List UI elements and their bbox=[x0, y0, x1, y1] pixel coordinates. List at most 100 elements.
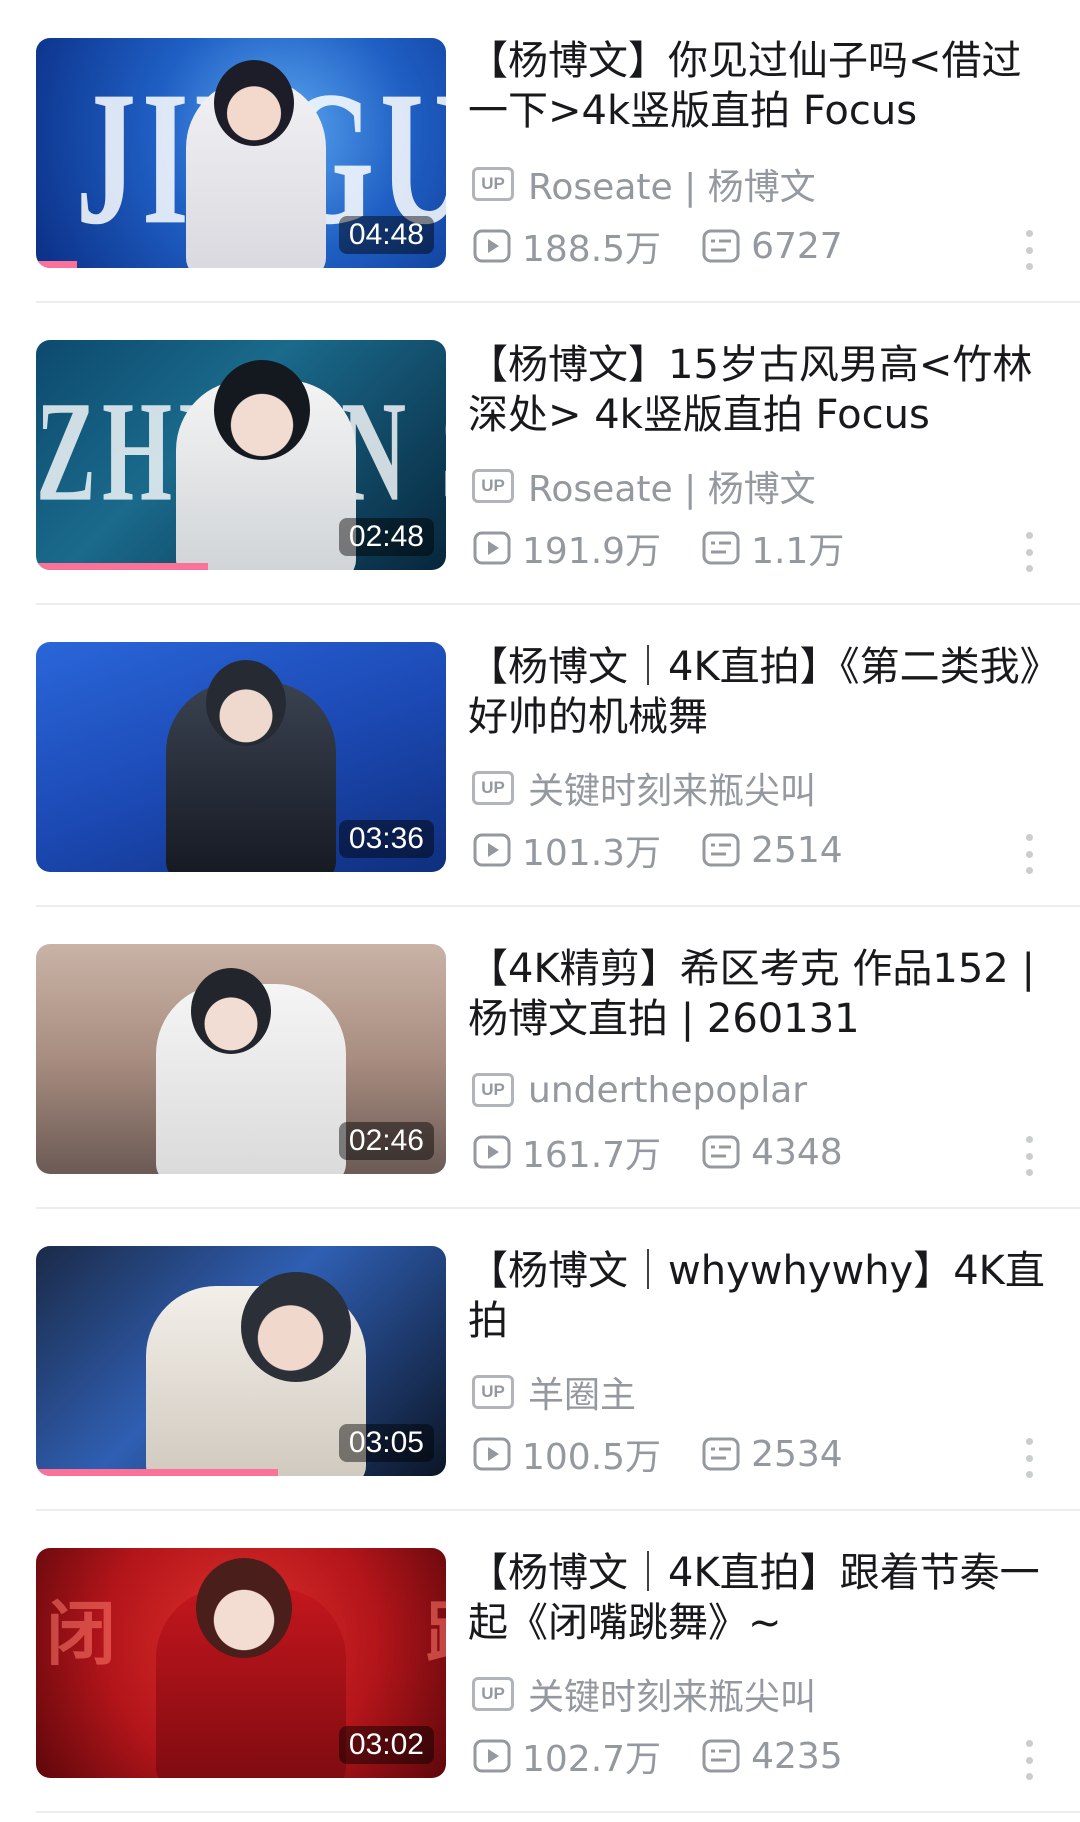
thumbnail-figure-head bbox=[196, 1558, 292, 1658]
watch-progress bbox=[36, 261, 446, 268]
video-duration: 02:46 bbox=[338, 1122, 434, 1160]
danmaku-icon bbox=[702, 531, 740, 565]
view-count-text: 101.3万 bbox=[522, 833, 662, 874]
view-count-text: 100.5万 bbox=[522, 1437, 662, 1478]
video-title[interactable]: 【杨博文】15岁古风男高<竹林深处> 4k竖版直拍 Focus bbox=[468, 340, 1058, 440]
danmaku-icon bbox=[702, 1135, 740, 1169]
view-count: 161.7万 bbox=[472, 1126, 661, 1178]
watch-progress-fill bbox=[36, 261, 77, 268]
watch-progress-fill bbox=[36, 563, 209, 570]
video-stats-row: 100.5万 2534 bbox=[472, 1432, 883, 1478]
view-count: 102.7万 bbox=[472, 1730, 661, 1782]
video-thumbnail[interactable]: 闭嘴跳舞 03:02 bbox=[36, 1548, 446, 1778]
view-count-text: 191.9万 bbox=[522, 531, 662, 572]
danmaku-count: 4235 bbox=[701, 1736, 843, 1777]
danmaku-count-text: 6727 bbox=[751, 225, 843, 267]
view-count: 100.5万 bbox=[472, 1428, 661, 1480]
up-badge-icon: UP bbox=[472, 1073, 514, 1107]
view-count-text: 161.7万 bbox=[522, 1135, 662, 1176]
danmaku-count-text: 4235 bbox=[751, 1735, 843, 1777]
view-count: 188.5万 bbox=[472, 220, 661, 272]
danmaku-count-text: 1.1万 bbox=[751, 531, 845, 572]
video-uploader-row[interactable]: UP 关键时刻来瓶尖叫 bbox=[472, 1672, 816, 1718]
video-uploader[interactable]: 关键时刻来瓶尖叫 bbox=[528, 762, 816, 814]
more-vertical-icon[interactable] bbox=[1024, 230, 1034, 270]
danmaku-count-text: 2534 bbox=[751, 1433, 843, 1475]
danmaku-count-text: 2514 bbox=[751, 829, 843, 871]
thumbnail-figure-head bbox=[206, 660, 286, 746]
video-thumbnail[interactable]: 03:36 bbox=[36, 642, 446, 872]
more-vertical-icon[interactable] bbox=[1024, 532, 1034, 572]
danmaku-icon bbox=[702, 229, 740, 263]
thumbnail-figure-head bbox=[191, 968, 271, 1054]
video-item[interactable]: 03:36 【杨博文｜4K直拍】《第二类我》好帅的机械舞 UP 关键时刻来瓶尖叫… bbox=[0, 604, 1080, 907]
video-title[interactable]: 【4K精剪】希区考克 作品152 | 杨博文直拍 | 260131 bbox=[468, 944, 1058, 1044]
video-duration: 02:48 bbox=[338, 518, 434, 556]
video-uploader[interactable]: underthepoplar bbox=[528, 1070, 807, 1111]
video-stats-row: 102.7万 4235 bbox=[472, 1734, 883, 1780]
more-vertical-icon[interactable] bbox=[1024, 834, 1034, 874]
video-item[interactable]: 02:46 【4K精剪】希区考克 作品152 | 杨博文直拍 | 260131 … bbox=[0, 906, 1080, 1209]
view-count: 101.3万 bbox=[472, 824, 661, 876]
up-badge-icon: UP bbox=[472, 771, 514, 805]
video-thumbnail[interactable]: ZHUJIN SHENCHU 02:48 bbox=[36, 340, 446, 570]
watch-progress bbox=[36, 1469, 446, 1476]
video-item[interactable]: 闭嘴跳舞 03:02 【杨博文｜4K直拍】跟着节奏一起《闭嘴跳舞》~ UP 关键… bbox=[0, 1510, 1080, 1813]
up-badge-icon: UP bbox=[472, 1677, 514, 1711]
watch-progress bbox=[36, 563, 446, 570]
video-stats-row: 191.9万 1.1万 bbox=[472, 526, 884, 572]
up-badge-icon: UP bbox=[472, 1375, 514, 1409]
video-duration: 03:05 bbox=[338, 1424, 434, 1462]
play-count-icon bbox=[473, 1739, 511, 1773]
more-vertical-icon[interactable] bbox=[1024, 1136, 1034, 1176]
danmaku-count: 6727 bbox=[701, 226, 843, 267]
video-duration: 03:36 bbox=[338, 820, 434, 858]
video-item[interactable]: ZHUJIN SHENCHU 02:48 【杨博文】15岁古风男高<竹林深处> … bbox=[0, 302, 1080, 605]
danmaku-count: 2534 bbox=[701, 1434, 843, 1475]
video-item[interactable]: 03:05 【杨博文｜whywhywhy】4K直拍 UP 羊圈主 100.5万 … bbox=[0, 1208, 1080, 1511]
video-thumbnail[interactable]: 02:46 bbox=[36, 944, 446, 1174]
video-title[interactable]: 【杨博文｜4K直拍】《第二类我》好帅的机械舞 bbox=[468, 642, 1058, 742]
up-badge-icon: UP bbox=[472, 469, 514, 503]
danmaku-icon bbox=[702, 1437, 740, 1471]
danmaku-count: 4348 bbox=[701, 1132, 843, 1173]
video-stats-row: 188.5万 6727 bbox=[472, 224, 883, 270]
video-uploader-row[interactable]: UP 羊圈主 bbox=[472, 1370, 636, 1416]
video-title[interactable]: 【杨博文｜whywhywhy】4K直拍 bbox=[468, 1246, 1058, 1346]
video-list: JIEGUOYIXIA 04:48 【杨博文】你见过仙子吗<借过一下>4k竖版直… bbox=[0, 0, 1080, 1822]
more-vertical-icon[interactable] bbox=[1024, 1740, 1034, 1780]
video-uploader[interactable]: 关键时刻来瓶尖叫 bbox=[528, 1668, 816, 1720]
thumbnail-figure-head bbox=[241, 1272, 351, 1382]
danmaku-count: 1.1万 bbox=[701, 522, 844, 574]
item-divider bbox=[36, 1811, 1080, 1813]
video-uploader[interactable]: Roseate | 杨博文 bbox=[528, 158, 816, 210]
play-count-icon bbox=[473, 1437, 511, 1471]
danmaku-icon bbox=[702, 1739, 740, 1773]
play-count-icon bbox=[473, 833, 511, 867]
video-stats-row: 101.3万 2514 bbox=[472, 828, 883, 874]
video-duration: 03:02 bbox=[338, 1726, 434, 1764]
video-uploader[interactable]: Roseate | 杨博文 bbox=[528, 460, 816, 512]
video-uploader-row[interactable]: UP underthepoplar bbox=[472, 1068, 807, 1112]
video-title[interactable]: 【杨博文】你见过仙子吗<借过一下>4k竖版直拍 Focus bbox=[468, 36, 1058, 136]
video-thumbnail[interactable]: 03:05 bbox=[36, 1246, 446, 1476]
video-thumbnail[interactable]: JIEGUOYIXIA 04:48 bbox=[36, 38, 446, 268]
video-uploader[interactable]: 羊圈主 bbox=[528, 1366, 636, 1418]
thumbnail-figure-head bbox=[214, 60, 294, 146]
video-uploader-row[interactable]: UP Roseate | 杨博文 bbox=[472, 464, 816, 510]
video-duration: 04:48 bbox=[338, 216, 434, 254]
up-badge-icon: UP bbox=[472, 167, 514, 201]
view-count: 191.9万 bbox=[472, 522, 661, 574]
danmaku-count-text: 4348 bbox=[751, 1131, 843, 1173]
view-count-text: 188.5万 bbox=[522, 229, 662, 270]
view-count-text: 102.7万 bbox=[522, 1739, 662, 1780]
play-count-icon bbox=[473, 531, 511, 565]
thumbnail-figure-head bbox=[214, 360, 310, 460]
watch-progress-fill bbox=[36, 1469, 278, 1476]
video-uploader-row[interactable]: UP 关键时刻来瓶尖叫 bbox=[472, 766, 816, 812]
video-title[interactable]: 【杨博文｜4K直拍】跟着节奏一起《闭嘴跳舞》~ bbox=[468, 1548, 1058, 1648]
more-vertical-icon[interactable] bbox=[1024, 1438, 1034, 1478]
video-uploader-row[interactable]: UP Roseate | 杨博文 bbox=[472, 162, 816, 208]
danmaku-icon bbox=[702, 833, 740, 867]
video-item[interactable]: JIEGUOYIXIA 04:48 【杨博文】你见过仙子吗<借过一下>4k竖版直… bbox=[0, 0, 1080, 303]
